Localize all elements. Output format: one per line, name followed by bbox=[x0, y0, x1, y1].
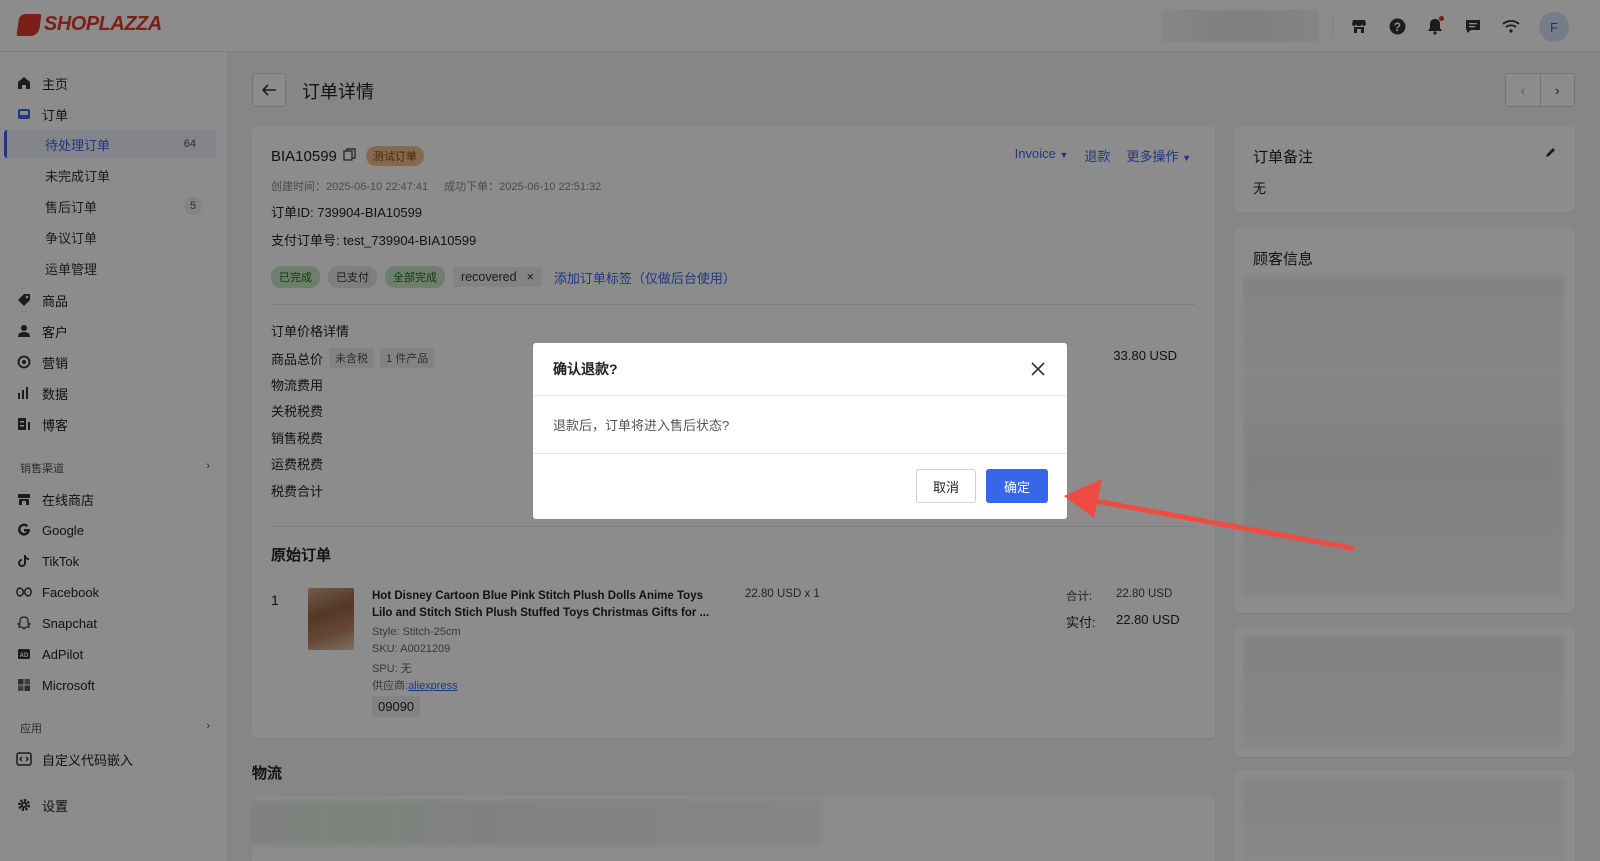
dialog-body: 退款后，订单将进入售后状态? bbox=[533, 396, 1067, 454]
close-icon[interactable] bbox=[1027, 358, 1049, 380]
refund-confirm-dialog: 确认退款? 退款后，订单将进入售后状态? 取消 确定 bbox=[533, 343, 1067, 519]
cancel-button[interactable]: 取消 bbox=[915, 469, 976, 503]
dialog-footer: 取消 确定 bbox=[533, 454, 1067, 518]
confirm-button[interactable]: 确定 bbox=[985, 469, 1048, 503]
dialog-header: 确认退款? bbox=[533, 343, 1067, 396]
dialog-message: 退款后，订单将进入售后状态? bbox=[553, 418, 730, 433]
dialog-title: 确认退款? bbox=[553, 361, 618, 377]
